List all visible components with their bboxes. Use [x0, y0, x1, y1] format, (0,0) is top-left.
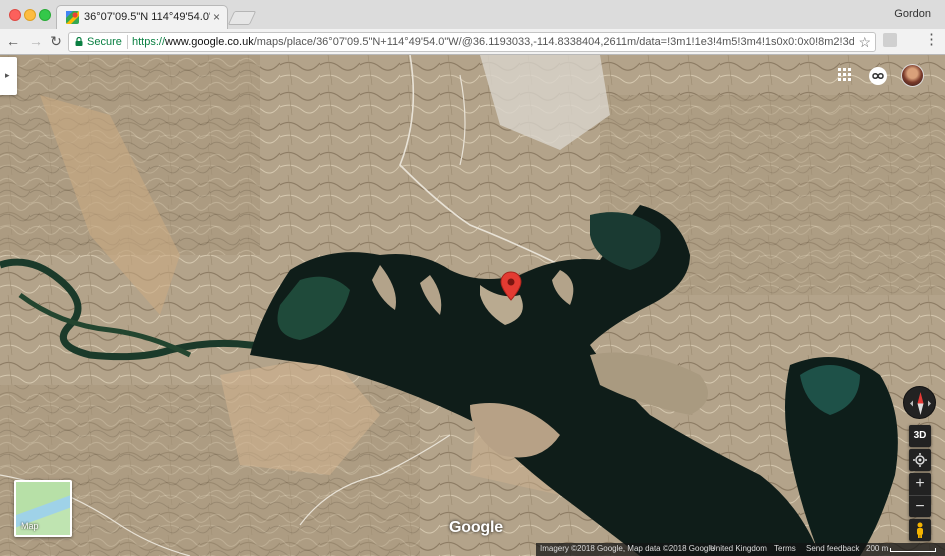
lock-icon	[75, 37, 83, 46]
rss-extension-icon[interactable]	[883, 33, 897, 47]
bookmark-star-icon[interactable]: ☆	[858, 34, 871, 51]
imagery-attribution: Imagery ©2018 Google, Map data ©2018 Goo…	[540, 544, 715, 553]
satellite-map[interactable]: ▸ 3D + − Map Google Imagery ©2018 Google…	[0, 55, 945, 556]
tab-title: 36°07'09.5"N 114°49'54.0"W	[84, 11, 210, 23]
minimize-window-button[interactable]	[24, 9, 36, 21]
google-logo: Google	[449, 519, 503, 536]
secure-label: Secure	[87, 36, 122, 48]
crosshair-icon	[913, 453, 927, 467]
profile-name[interactable]: Gordon	[894, 8, 931, 20]
zoom-control: + −	[909, 473, 931, 517]
tab-active[interactable]: 36°07'09.5"N 114°49'54.0"W ×	[56, 5, 228, 29]
side-panel-toggle[interactable]: ▸	[0, 57, 17, 95]
tab-close-icon[interactable]: ×	[213, 10, 220, 24]
street-view-pegman[interactable]	[909, 519, 931, 541]
expand-arrow-icon: ▸	[5, 70, 10, 80]
close-window-button[interactable]	[9, 9, 21, 21]
scale-bar	[890, 548, 936, 552]
infinity-glyph-icon	[872, 73, 884, 79]
zoom-out-button[interactable]: −	[909, 495, 931, 517]
my-location-button[interactable]	[909, 449, 931, 471]
back-button[interactable]: ←	[5, 33, 21, 49]
address-divider	[127, 35, 128, 49]
infinity-account-icon[interactable]	[869, 67, 887, 85]
maximize-window-button[interactable]	[39, 9, 51, 21]
map-footer: Imagery ©2018 Google, Map data ©2018 Goo…	[536, 543, 945, 556]
browser-window-chrome: 36°07'09.5"N 114°49'54.0"W × Gordon ← → …	[0, 0, 945, 55]
google-apps-icon[interactable]	[838, 68, 852, 82]
url-text[interactable]: https://www.google.co.uk/maps/place/36°0…	[132, 36, 854, 48]
compass-control[interactable]	[903, 386, 936, 419]
url-path: /maps/place/36°07'09.5"N+114°49'54.0"W/@…	[253, 36, 854, 48]
browser-menu-icon[interactable]: ⋮	[924, 32, 939, 48]
avatar[interactable]	[901, 64, 924, 87]
send-feedback-link[interactable]: Send feedback	[806, 544, 859, 553]
forward-button[interactable]: →	[28, 33, 44, 49]
minimap-label: Map	[21, 521, 39, 531]
new-tab-button[interactable]	[227, 11, 257, 25]
region-link[interactable]: United Kingdom	[710, 544, 767, 553]
zoom-in-button[interactable]: +	[909, 473, 931, 495]
tilt-3d-button[interactable]: 3D	[909, 425, 931, 447]
browser-toolbar: ← → ↻ Secure https://www.google.co.uk/ma…	[0, 29, 945, 55]
red-pin-icon[interactable]	[500, 271, 522, 301]
scale-label[interactable]: 200 m	[866, 544, 888, 553]
google-maps-favicon-icon	[66, 11, 79, 24]
pegman-icon	[917, 522, 923, 538]
address-bar[interactable]: Secure https://www.google.co.uk/maps/pla…	[68, 32, 876, 52]
satellite-imagery[interactable]	[0, 55, 945, 556]
compass-needle-icon	[910, 392, 931, 415]
url-host: www.google.co.uk	[165, 36, 254, 48]
terms-link[interactable]: Terms	[774, 544, 796, 553]
url-scheme: https://	[132, 36, 166, 48]
reload-button[interactable]: ↻	[48, 33, 64, 49]
map-view-toggle[interactable]: Map	[14, 480, 72, 537]
tab-strip: 36°07'09.5"N 114°49'54.0"W × Gordon	[0, 0, 945, 29]
